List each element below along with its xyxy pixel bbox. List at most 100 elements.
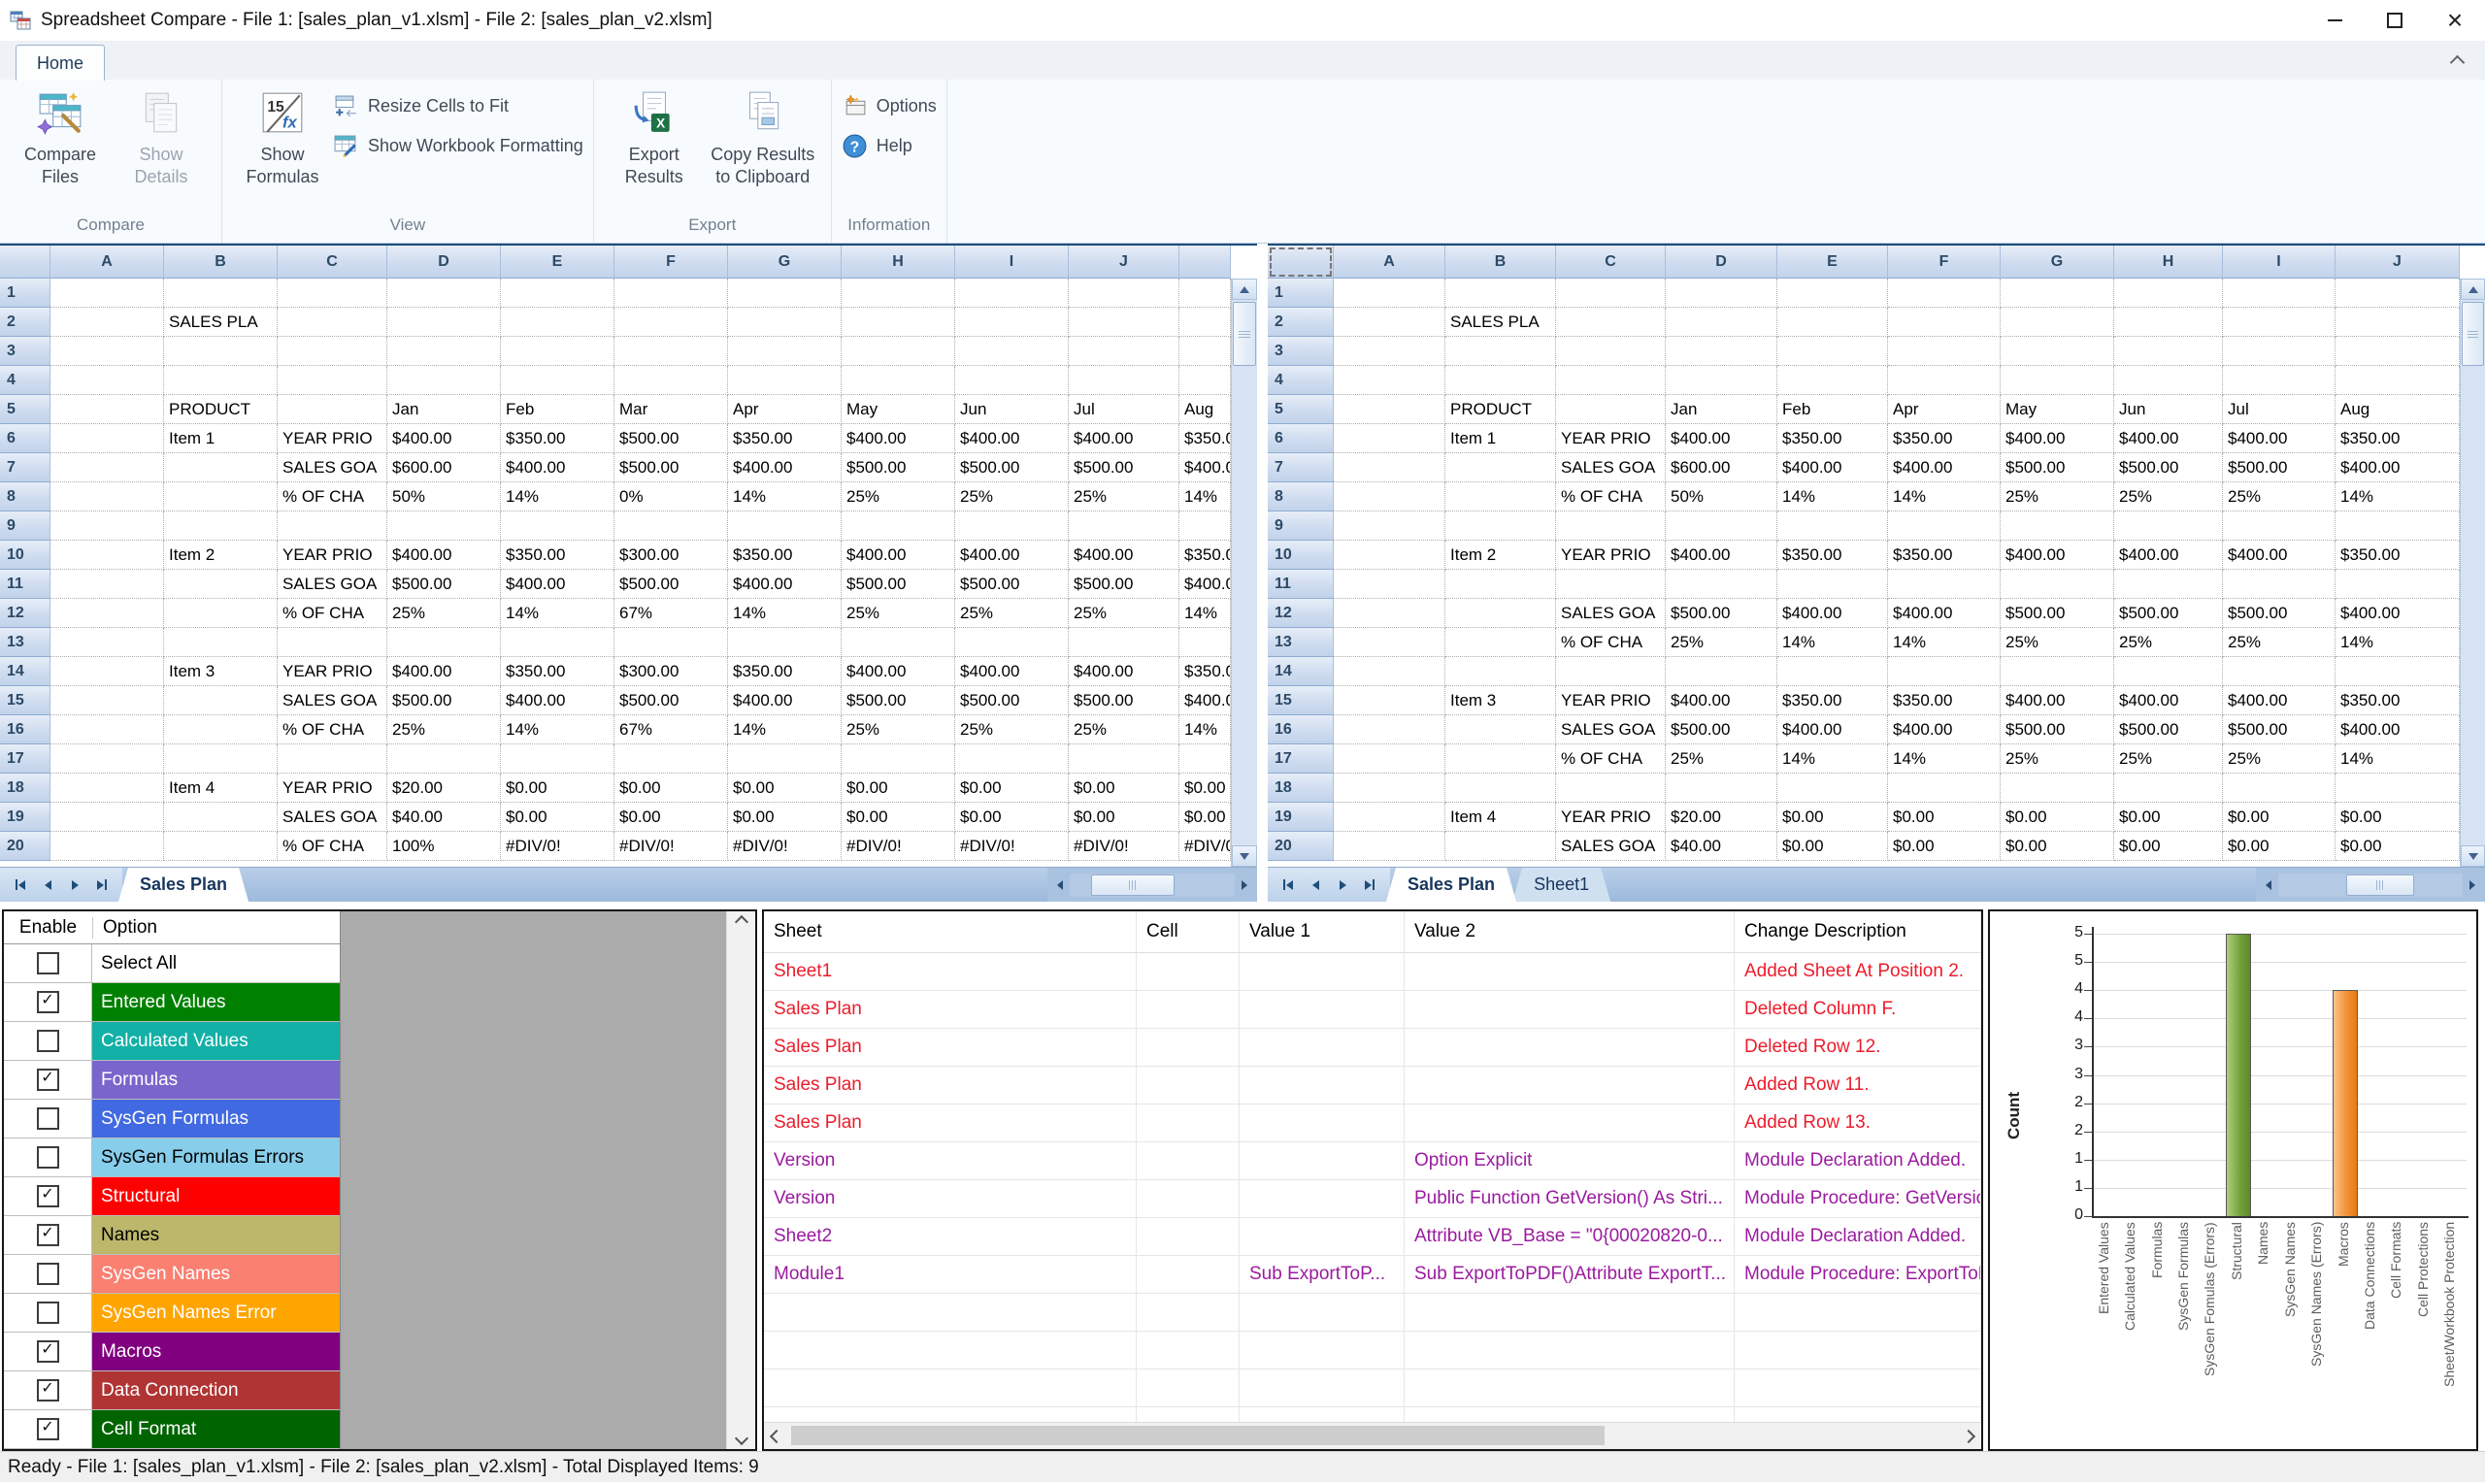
- cell-C17[interactable]: % OF CHA: [1556, 744, 1666, 774]
- row-header-1[interactable]: 1: [1268, 279, 1334, 308]
- cell-K20[interactable]: #DIV/0!: [1179, 832, 1231, 861]
- results-horizontal-scrollbar[interactable]: [764, 1422, 1981, 1449]
- cell-E9[interactable]: [1777, 511, 1888, 541]
- cell-A17[interactable]: [1334, 744, 1445, 774]
- cell-E2[interactable]: [501, 308, 614, 337]
- cell-E9[interactable]: [501, 511, 614, 541]
- cell-K9[interactable]: [1179, 511, 1231, 541]
- cell-I17[interactable]: [955, 744, 1069, 774]
- cell-I1[interactable]: [955, 279, 1069, 308]
- cell-D3[interactable]: [387, 337, 501, 366]
- cell-G18[interactable]: [2001, 774, 2114, 803]
- cell-H16[interactable]: 25%: [842, 715, 955, 744]
- cell-E7[interactable]: $400.00: [1777, 453, 1888, 482]
- cell-A20[interactable]: [50, 832, 164, 861]
- cell-A16[interactable]: [1334, 715, 1445, 744]
- row-header-14[interactable]: 14: [1268, 657, 1334, 686]
- vertical-scroll-track[interactable]: [1232, 368, 1257, 845]
- checkbox-checked[interactable]: ✓: [37, 1379, 59, 1402]
- cell-B2[interactable]: SALES PLA: [164, 308, 278, 337]
- row-header-17[interactable]: 17: [1268, 744, 1334, 774]
- cell-C4[interactable]: [1556, 366, 1666, 395]
- cell-D6[interactable]: $400.00: [387, 424, 501, 453]
- cell-D6[interactable]: $400.00: [1666, 424, 1777, 453]
- cell-I16[interactable]: $500.00: [2223, 715, 2336, 744]
- cell-F16[interactable]: $400.00: [1888, 715, 2001, 744]
- cell-D15[interactable]: $500.00: [387, 686, 501, 715]
- next-sheet-button[interactable]: [1332, 874, 1353, 896]
- row-header-12[interactable]: 12: [0, 599, 50, 628]
- show-details-button[interactable]: Show Details: [111, 83, 212, 187]
- cell-K15[interactable]: $400.00: [1179, 686, 1231, 715]
- row-header-14[interactable]: 14: [0, 657, 50, 686]
- column-header-E[interactable]: E: [501, 246, 614, 279]
- enable-checkbox-cell[interactable]: ✓: [4, 1216, 92, 1254]
- cell-D4[interactable]: [1666, 366, 1777, 395]
- column-header-H[interactable]: H: [2114, 246, 2223, 279]
- horizontal-scroll-thumb[interactable]: [1091, 874, 1175, 896]
- cell-E5[interactable]: Feb: [1777, 395, 1888, 424]
- cell-H12[interactable]: $500.00: [2114, 599, 2223, 628]
- option-row[interactable]: ✓Macros: [4, 1333, 340, 1371]
- cell-H10[interactable]: $400.00: [842, 541, 955, 570]
- checkbox-unchecked[interactable]: [37, 1302, 59, 1324]
- cell-J19[interactable]: $0.00: [1069, 803, 1179, 832]
- cell-G16[interactable]: 14%: [728, 715, 842, 744]
- compare-files-button[interactable]: Compare Files: [10, 83, 111, 187]
- result-row[interactable]: Sales PlanDeleted Column F.: [764, 991, 1981, 1029]
- cell-E10[interactable]: $350.00: [1777, 541, 1888, 570]
- cell-F11[interactable]: $500.00: [614, 570, 728, 599]
- cell-E18[interactable]: [1777, 774, 1888, 803]
- scroll-down-button[interactable]: [1232, 845, 1257, 867]
- cell-H2[interactable]: [842, 308, 955, 337]
- cell-E6[interactable]: $350.00: [1777, 424, 1888, 453]
- cell-C5[interactable]: [278, 395, 387, 424]
- prev-sheet-button[interactable]: [37, 874, 58, 896]
- option-row[interactable]: SysGen Formulas Errors: [4, 1138, 340, 1177]
- cell-B2[interactable]: SALES PLA: [1445, 308, 1556, 337]
- cell-F16[interactable]: 67%: [614, 715, 728, 744]
- checkbox-unchecked[interactable]: [37, 1146, 59, 1169]
- cell-A9[interactable]: [1334, 511, 1445, 541]
- cell-A8[interactable]: [50, 482, 164, 511]
- cell-B20[interactable]: [164, 832, 278, 861]
- cell-E13[interactable]: [501, 628, 614, 657]
- cell-A11[interactable]: [50, 570, 164, 599]
- cell-E2[interactable]: [1777, 308, 1888, 337]
- cell-J2[interactable]: [1069, 308, 1179, 337]
- file1-vertical-scrollbar[interactable]: [1231, 279, 1257, 867]
- cell-H12[interactable]: 25%: [842, 599, 955, 628]
- row-header-8[interactable]: 8: [1268, 482, 1334, 511]
- enable-checkbox-cell[interactable]: ✓: [4, 1177, 92, 1215]
- cell-K7[interactable]: $400.00: [1179, 453, 1231, 482]
- cell-I19[interactable]: $0.00: [2223, 803, 2336, 832]
- cell-B12[interactable]: [164, 599, 278, 628]
- cell-E14[interactable]: [1777, 657, 1888, 686]
- cell-J6[interactable]: $400.00: [1069, 424, 1179, 453]
- checkbox-checked[interactable]: ✓: [37, 1224, 59, 1246]
- cell-G6[interactable]: $350.00: [728, 424, 842, 453]
- cell-J5[interactable]: Jul: [1069, 395, 1179, 424]
- vertical-scroll-thumb[interactable]: [2462, 302, 2484, 366]
- cell-C17[interactable]: [278, 744, 387, 774]
- cell-F1[interactable]: [614, 279, 728, 308]
- cell-B1[interactable]: [1445, 279, 1556, 308]
- cell-B5[interactable]: PRODUCT: [1445, 395, 1556, 424]
- cell-G2[interactable]: [2001, 308, 2114, 337]
- row-header-16[interactable]: 16: [0, 715, 50, 744]
- cell-D14[interactable]: [1666, 657, 1777, 686]
- cell-E17[interactable]: [501, 744, 614, 774]
- cell-A3[interactable]: [1334, 337, 1445, 366]
- cell-J10[interactable]: $400.00: [1069, 541, 1179, 570]
- cell-J7[interactable]: $500.00: [1069, 453, 1179, 482]
- help-button[interactable]: ? Help: [842, 133, 937, 159]
- column-header-D[interactable]: D: [387, 246, 501, 279]
- row-header-20[interactable]: 20: [1268, 832, 1334, 861]
- cell-C10[interactable]: YEAR PRIO: [278, 541, 387, 570]
- cell-D1[interactable]: [387, 279, 501, 308]
- cell-G12[interactable]: 14%: [728, 599, 842, 628]
- cell-J18[interactable]: $0.00: [1069, 774, 1179, 803]
- enable-checkbox-cell[interactable]: [4, 1138, 92, 1176]
- cell-G4[interactable]: [2001, 366, 2114, 395]
- cell-A17[interactable]: [50, 744, 164, 774]
